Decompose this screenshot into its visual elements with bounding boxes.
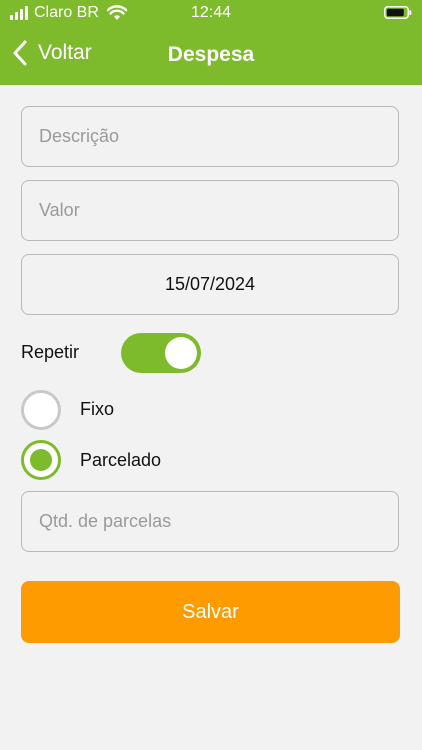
- radio-selected-dot: [30, 449, 52, 471]
- parcelas-input[interactable]: Qtd. de parcelas: [21, 491, 399, 552]
- save-button[interactable]: Salvar: [21, 581, 400, 643]
- status-time: 12:44: [190, 4, 232, 21]
- toggle-knob: [165, 337, 197, 369]
- radio-parcelado-label: Parcelado: [80, 450, 162, 470]
- nav-bar: Voltar Despesa: [0, 32, 422, 78]
- status-bar: Claro BR 12:44: [0, 0, 422, 28]
- battery-icon: [384, 6, 412, 19]
- radio-fixo-label: Fixo: [80, 399, 115, 419]
- date-field[interactable]: 15/07/2024: [21, 254, 399, 315]
- radio-parcelado[interactable]: [21, 440, 61, 480]
- valor-input[interactable]: Valor: [21, 180, 399, 241]
- app-header: Claro BR 12:44 Voltar Despesa: [0, 0, 422, 85]
- descricao-input[interactable]: Descrição: [21, 106, 399, 167]
- page-title: Despesa: [167, 43, 255, 66]
- repetir-toggle[interactable]: [121, 333, 201, 373]
- repetir-label: Repetir: [21, 342, 80, 362]
- radio-fixo[interactable]: [21, 390, 61, 430]
